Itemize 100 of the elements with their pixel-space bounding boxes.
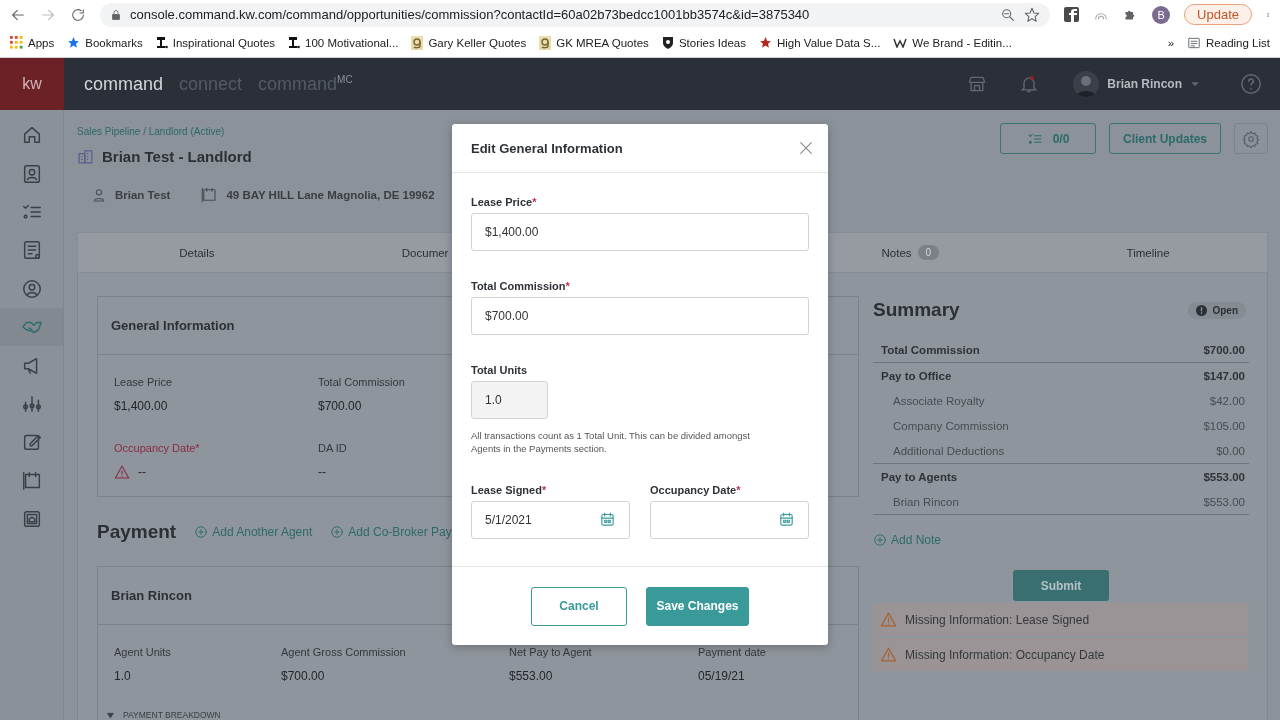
field-label: Agent Gross Commission [281, 645, 406, 659]
summary-value: $105.00 [1203, 419, 1245, 432]
settings-icon [1242, 129, 1260, 148]
settings-button[interactable] [1234, 123, 1268, 154]
app-nav-link[interactable]: command [84, 73, 164, 95]
bookmarks-overflow[interactable]: » [1167, 36, 1175, 49]
bookmark-icon [893, 37, 908, 48]
reading-list-icon [1187, 35, 1202, 50]
section-title: Payment [97, 521, 177, 543]
calendar-icon [778, 511, 795, 528]
star-outline-icon[interactable] [1024, 6, 1041, 23]
alert-text: Missing Information: Occupancy Date [905, 647, 1105, 662]
bookmark-link[interactable]: We Brand - Editin... [912, 36, 1012, 49]
field-value: $553.00 [509, 668, 553, 684]
tab[interactable]: Timeline [1126, 234, 1170, 271]
field-value: $700.00 [318, 398, 362, 414]
field-value: 1.0 [114, 668, 131, 684]
plus-circle-icon [330, 525, 345, 539]
summary-value: $0.00 [1216, 444, 1245, 457]
close-icon[interactable] [798, 140, 814, 156]
summary-label: Brian Rincon [893, 495, 959, 508]
bookmark-link[interactable]: Stories Ideas [678, 36, 746, 49]
sidebar-item[interactable] [0, 307, 63, 347]
summary-value: $553.00 [1203, 470, 1245, 483]
profile-avatar[interactable]: B [1152, 5, 1171, 24]
summary-title: Summary [873, 299, 960, 321]
field-label: DA ID [318, 441, 347, 455]
warning-icon [114, 464, 130, 480]
bookmark-link[interactable]: Gary Keller Quotes [428, 36, 527, 49]
field-label: Agent Units [114, 645, 171, 659]
tab[interactable]: Notes 0 [881, 233, 940, 272]
summary-label: Additional Deductions [893, 444, 1005, 457]
save-button[interactable]: Save Changes [646, 586, 749, 626]
dialog-title: Edit General Information [471, 140, 623, 156]
bookmark-link[interactable]: Inspirational Quotes [172, 36, 276, 49]
field-value: -- [138, 464, 146, 480]
warning-icon [880, 611, 897, 628]
help-icon[interactable] [1240, 73, 1262, 95]
bookmark-link[interactable]: Apps [28, 36, 55, 49]
bookmark-icon [411, 35, 424, 50]
reading-list-link[interactable]: Reading List [1206, 36, 1270, 49]
calendar-icon [20, 469, 43, 492]
field-value: -- [318, 464, 326, 480]
contact-name[interactable]: Brian Test [115, 189, 171, 201]
input-field[interactable]: $1,400.00 [471, 213, 809, 251]
submit-button[interactable]: Submit [1013, 570, 1109, 601]
property-address: 49 BAY HILL Lane Magnolia, DE 19962 [226, 189, 435, 201]
user-name[interactable]: Brian Rincon [1107, 77, 1182, 91]
reload-icon[interactable] [70, 6, 86, 23]
calendar-icon [599, 511, 616, 528]
lock-icon [110, 8, 122, 21]
update-button[interactable]: Update [1184, 4, 1252, 25]
warning-icon [880, 646, 897, 663]
summary-label: Pay to Agents [881, 470, 958, 483]
bookmark-link[interactable]: 100 Motivational... [305, 36, 399, 49]
bookmark-icon [155, 36, 168, 49]
tab[interactable]: Documer [401, 234, 449, 271]
alert-text: Missing Information: Lease Signed [905, 612, 1090, 627]
date-field[interactable] [650, 501, 809, 539]
tab[interactable]: Details [179, 234, 215, 271]
summary-value: $553.00 [1203, 495, 1245, 508]
plus-circle-icon [873, 533, 887, 547]
date-field[interactable]: 5/1/2021 [471, 501, 630, 539]
field-label: Occupancy Date* [650, 483, 742, 497]
bookmark-link[interactable]: GK MREA Quotes [556, 36, 649, 49]
field-label: Lease Signed* [471, 483, 548, 497]
summary-value: $42.00 [1209, 394, 1245, 407]
zoom-icon[interactable] [1000, 6, 1017, 23]
count-badge: 0 [917, 245, 940, 260]
person-icon [91, 187, 107, 203]
bookmark-link[interactable]: High Value Data S... [777, 36, 881, 49]
field-label: Lease Price* [471, 195, 538, 209]
bell-icon[interactable] [1019, 74, 1040, 94]
field-value: $1,400.00 [114, 398, 168, 414]
summary-label: Total Commission [881, 343, 980, 356]
field-label: Total Commission* [471, 279, 571, 293]
summary-value: $147.00 [1203, 369, 1245, 382]
caret-icon[interactable] [1190, 79, 1200, 89]
store-icon[interactable] [967, 74, 988, 94]
calendar-icon [200, 186, 219, 204]
field-label: Payment date [698, 645, 766, 659]
breakdown-toggle[interactable]: PAYMENT BREAKDOWN [98, 710, 858, 720]
extension-icon[interactable] [1064, 7, 1080, 22]
summary-label: Associate Royalty [893, 394, 985, 407]
apps-grid-icon [10, 36, 23, 49]
person-icon [20, 277, 43, 300]
address-bar[interactable]: console.command.kw.com/command/opportunities/commission?contactId=60a02b73bedcc1001bb3574c&id=3875340 [100, 2, 1051, 27]
record-title: Brian Test - Landlord [102, 147, 252, 165]
summary-label: Company Commission [893, 419, 1009, 432]
cancel-button[interactable]: Cancel [531, 586, 627, 626]
bookmark-icon [539, 35, 552, 50]
alert-circle-icon [1196, 304, 1208, 316]
help-text: All transactions count as 1 Total Unit. This can be divided amongst Agents in the Payments section. [471, 429, 751, 455]
field-label: Total Commission [318, 375, 405, 389]
input-field[interactable]: $700.00 [471, 297, 809, 335]
logo[interactable]: kw [0, 58, 64, 110]
field-value: $700.00 [281, 668, 325, 684]
shield-icon [661, 36, 674, 49]
bookmark-link[interactable]: Bookmarks [85, 36, 143, 49]
field-label: Net Pay to Agent [509, 645, 592, 659]
